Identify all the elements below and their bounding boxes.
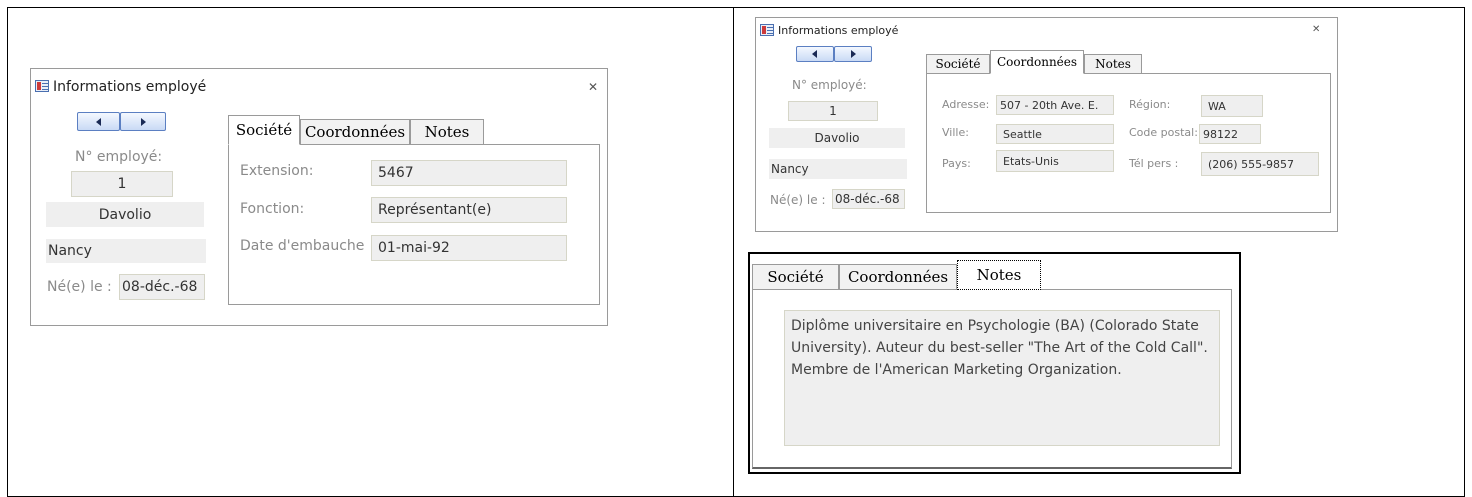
arrow-right-icon bbox=[851, 50, 856, 58]
tab-panel-coordonnees bbox=[926, 73, 1331, 213]
ville-label: Ville: bbox=[942, 126, 969, 139]
title-bar: Informations employé ✕ bbox=[31, 69, 607, 95]
last-name-field[interactable]: Davolio bbox=[769, 128, 905, 148]
fonction-label: Fonction: bbox=[240, 201, 305, 217]
window-title: Informations employé bbox=[53, 79, 207, 95]
arrow-right-icon bbox=[141, 117, 146, 126]
tab-notes[interactable]: Notes bbox=[1084, 54, 1142, 74]
window-title: Informations employé bbox=[778, 24, 899, 37]
tab-coordonnees[interactable]: Coordonnées bbox=[990, 50, 1084, 74]
form-icon bbox=[35, 80, 49, 92]
birth-date-field[interactable]: 08-déc.-68 bbox=[119, 274, 205, 300]
employee-id-field[interactable]: 1 bbox=[71, 171, 173, 197]
birth-date-label: Né(e) le : bbox=[47, 279, 112, 295]
embauche-label: Date d'embauche bbox=[240, 238, 365, 254]
ville-field[interactable]: Seattle bbox=[996, 124, 1114, 144]
last-name-field[interactable]: Davolio bbox=[46, 202, 204, 227]
tab-coordonnees[interactable]: Coordonnées bbox=[300, 119, 410, 145]
form-icon bbox=[760, 24, 774, 36]
tel-label: Tél pers : bbox=[1129, 157, 1179, 170]
tab-notes[interactable]: Notes bbox=[957, 260, 1041, 290]
tab-societe[interactable]: Société bbox=[752, 264, 839, 290]
employee-id-label: N° employé: bbox=[75, 149, 163, 165]
first-name-field[interactable]: Nancy bbox=[46, 239, 206, 263]
previous-record-button[interactable] bbox=[796, 46, 834, 62]
next-record-button[interactable] bbox=[834, 46, 872, 62]
notes-panel-frame: Société Coordonnées Notes Diplôme univer… bbox=[748, 252, 1241, 474]
employee-window-societe: Informations employé ✕ N° employé: 1 Dav… bbox=[30, 68, 608, 326]
tab-notes[interactable]: Notes bbox=[410, 119, 484, 145]
previous-record-button[interactable] bbox=[77, 112, 120, 131]
adresse-field[interactable]: 507 - 20th Ave. E. bbox=[996, 95, 1114, 115]
code-postal-field[interactable]: 98122 bbox=[1199, 124, 1261, 144]
tel-field[interactable]: (206) 555-9857 bbox=[1201, 152, 1319, 176]
arrow-left-icon bbox=[812, 50, 817, 58]
adresse-label: Adresse: bbox=[942, 98, 990, 111]
region-label: Région: bbox=[1129, 98, 1171, 111]
close-icon[interactable]: ✕ bbox=[1312, 24, 1320, 35]
notes-textbox[interactable]: Diplôme universitaire en Psychologie (BA… bbox=[784, 310, 1220, 446]
employee-id-field[interactable]: 1 bbox=[788, 101, 878, 121]
title-bar: Informations employé ✕ bbox=[756, 18, 1337, 42]
fonction-field[interactable]: Représentant(e) bbox=[371, 197, 567, 223]
tab-societe[interactable]: Société bbox=[228, 115, 300, 145]
notes-text: Diplôme universitaire en Psychologie (BA… bbox=[791, 318, 1208, 378]
region-field[interactable]: WA bbox=[1201, 95, 1263, 117]
code-postal-label: Code postal: bbox=[1129, 126, 1198, 139]
employee-window-coordonnees: Informations employé ✕ N° employé: 1 Dav… bbox=[755, 17, 1338, 232]
extension-field[interactable]: 5467 bbox=[371, 160, 567, 186]
arrow-left-icon bbox=[95, 117, 101, 126]
birth-date-field[interactable]: 08-déc.-68 bbox=[832, 189, 905, 209]
extension-label: Extension: bbox=[240, 163, 314, 179]
tab-societe[interactable]: Société bbox=[926, 54, 990, 74]
next-record-button[interactable] bbox=[120, 112, 166, 131]
close-icon[interactable]: ✕ bbox=[588, 80, 598, 94]
employee-id-label: N° employé: bbox=[792, 78, 867, 92]
birth-date-label: Né(e) le : bbox=[770, 193, 826, 207]
pays-label: Pays: bbox=[942, 157, 971, 170]
embauche-field[interactable]: 01-mai-92 bbox=[371, 235, 567, 261]
pays-field[interactable]: Etats-Unis bbox=[996, 150, 1114, 172]
first-name-field[interactable]: Nancy bbox=[769, 159, 907, 179]
tab-coordonnees[interactable]: Coordonnées bbox=[839, 264, 957, 290]
